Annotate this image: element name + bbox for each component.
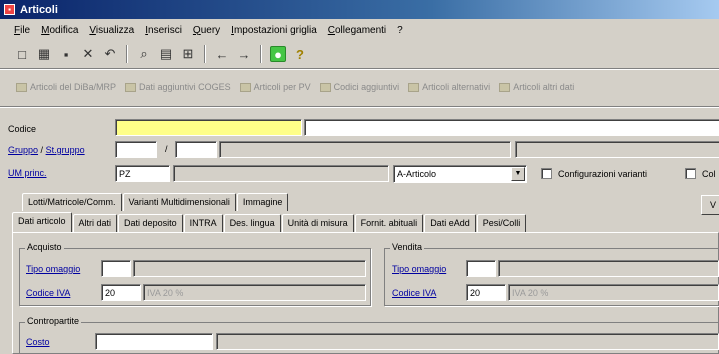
costo-input[interactable] (95, 333, 213, 350)
app-icon: ▪ (4, 4, 15, 15)
acquisto-codice-iva-input[interactable]: 20 (101, 284, 141, 301)
link-articoli-pv[interactable]: Articoli per PV (239, 82, 311, 92)
codice-label: Codice (8, 124, 37, 134)
separator (0, 106, 719, 108)
list-icon[interactable]: ▤ (158, 46, 174, 62)
v-button[interactable]: V (701, 195, 719, 215)
stgruppo-link[interactable]: St.gruppo (46, 145, 85, 155)
toolbar-separator (204, 45, 206, 63)
descrizione-input[interactable] (304, 119, 719, 136)
gruppo-label-group: Gruppo / St.gruppo (8, 145, 85, 155)
folder-icon (499, 82, 511, 92)
menu-collegamenti[interactable]: Collegamenti (328, 25, 386, 36)
gruppo-link[interactable]: Gruppo (8, 145, 38, 155)
um-input[interactable]: PZ (115, 165, 170, 182)
menu-visualizza[interactable]: Visualizza (89, 25, 134, 36)
acquisto-tipo-omaggio-desc (133, 260, 366, 277)
chevron-down-icon[interactable]: ▼ (511, 167, 525, 181)
acquisto-iva-desc: IVA 20 % (143, 284, 366, 301)
help-icon[interactable]: ? (292, 46, 308, 62)
tipo-articolo-value: A-Articolo (397, 169, 437, 179)
toolbar: □ ▦ ▪ ✕ ↶ ⌕ ▤ ⊞ ← → ● ? (0, 42, 719, 66)
tab-pesi-colli[interactable]: Pesi/Colli (476, 214, 527, 232)
folder-icon (125, 82, 137, 92)
acquisto-codice-iva-link[interactable]: Codice IVA (26, 288, 70, 298)
folder-icon (319, 82, 331, 92)
menu-modifica[interactable]: Modifica (41, 25, 78, 36)
stgruppo-desc (515, 141, 719, 158)
vendita-tipo-omaggio-desc (498, 260, 719, 277)
forward-icon[interactable]: → (236, 46, 252, 62)
tab-dati-articolo[interactable]: Dati articolo (12, 212, 72, 232)
codice-input[interactable] (115, 119, 302, 136)
link-articoli-alternativi[interactable]: Articoli alternativi (408, 82, 490, 92)
delete-icon[interactable]: ✕ (80, 46, 96, 62)
window-titlebar: ▪ Articoli (0, 0, 719, 19)
gruppo-slash: / (165, 144, 168, 154)
stgruppo-input[interactable] (175, 141, 217, 158)
save-all-icon[interactable]: ▦ (36, 46, 52, 62)
main-tab-row: Dati articolo Altri dati Dati deposito I… (12, 212, 527, 232)
costo-link[interactable]: Costo (26, 337, 50, 347)
folder-icon (239, 82, 251, 92)
tab-immagine[interactable]: Immagine (236, 193, 289, 211)
acquisto-tipo-omaggio-link[interactable]: Tipo omaggio (26, 264, 80, 274)
tab-des-lingua[interactable]: Des. lingua (223, 214, 281, 232)
menu-query[interactable]: Query (193, 25, 220, 36)
separator (0, 68, 719, 70)
gruppo-desc (219, 141, 511, 158)
tab-unita-misura[interactable]: Unità di misura (281, 214, 354, 232)
vendita-codice-iva-link[interactable]: Codice IVA (392, 288, 436, 298)
checkbox-box[interactable] (541, 168, 552, 179)
vendita-codice-iva-input[interactable]: 20 (466, 284, 506, 301)
menu-impostazioni-griglia[interactable]: Impostazioni griglia (231, 25, 317, 36)
top-tab-row: Lotti/Matricole/Comm. Varianti Multidime… (22, 193, 289, 211)
new-icon[interactable]: □ (14, 46, 30, 62)
link-articoli-diba[interactable]: Articoli del DiBa/MRP (16, 82, 116, 92)
vendita-tipo-omaggio-input[interactable] (466, 260, 496, 277)
tipo-articolo-select[interactable]: A-Articolo ▼ (393, 165, 527, 183)
tab-intra[interactable]: INTRA (183, 214, 223, 232)
gruppo-input[interactable] (115, 141, 157, 158)
um-link[interactable]: UM princ. (8, 168, 47, 178)
menu-inserisci[interactable]: Inserisci (145, 25, 182, 36)
col-checkbox[interactable]: Col (685, 168, 716, 179)
linked-windows-bar: Articoli del DiBa/MRP Dati aggiuntivi CO… (0, 71, 719, 103)
acquisto-tipo-omaggio-input[interactable] (101, 260, 131, 277)
save-icon[interactable]: ▪ (58, 46, 74, 62)
um-desc (173, 165, 389, 182)
folder-icon (408, 82, 420, 92)
menu-help[interactable]: ? (397, 25, 403, 36)
tab-varianti[interactable]: Varianti Multidimensionali (122, 193, 236, 211)
tab-altri-dati[interactable]: Altri dati (72, 214, 118, 232)
tab-dati-deposito[interactable]: Dati deposito (118, 214, 183, 232)
filter-icon[interactable]: ⊞ (180, 46, 196, 62)
checkbox-box[interactable] (685, 168, 696, 179)
folder-icon (16, 82, 27, 92)
refresh-icon[interactable]: ● (270, 46, 286, 62)
find-icon[interactable]: ⌕ (136, 46, 152, 62)
toolbar-separator (260, 45, 262, 63)
link-codici-aggiuntivi[interactable]: Codici aggiuntivi (319, 82, 399, 92)
contropartite-title: Contropartite (25, 316, 82, 326)
tab-dati-eadd[interactable]: Dati eAdd (424, 214, 476, 232)
menu-file[interactable]: File (14, 25, 30, 36)
link-articoli-altri-dati[interactable]: Articoli altri dati (499, 82, 574, 92)
configurazioni-varianti-checkbox[interactable]: Configurazioni varianti (541, 168, 647, 179)
vendita-iva-desc: IVA 20 % (508, 284, 719, 301)
window-title: Articoli (20, 3, 58, 16)
vendita-title: Vendita (390, 242, 425, 252)
link-dati-coges[interactable]: Dati aggiuntivi COGES (125, 82, 231, 92)
undo-icon[interactable]: ↶ (102, 46, 118, 62)
acquisto-title: Acquisto (25, 242, 64, 252)
costo-desc (216, 333, 719, 350)
vendita-tipo-omaggio-link[interactable]: Tipo omaggio (392, 264, 446, 274)
toolbar-separator (126, 45, 128, 63)
back-icon[interactable]: ← (214, 46, 230, 62)
menubar: File Modifica Visualizza Inserisci Query… (0, 21, 719, 39)
tab-fornit-abituali[interactable]: Fornit. abituali (354, 214, 424, 232)
slash: / (40, 145, 44, 155)
tab-lotti[interactable]: Lotti/Matricole/Comm. (22, 193, 122, 211)
